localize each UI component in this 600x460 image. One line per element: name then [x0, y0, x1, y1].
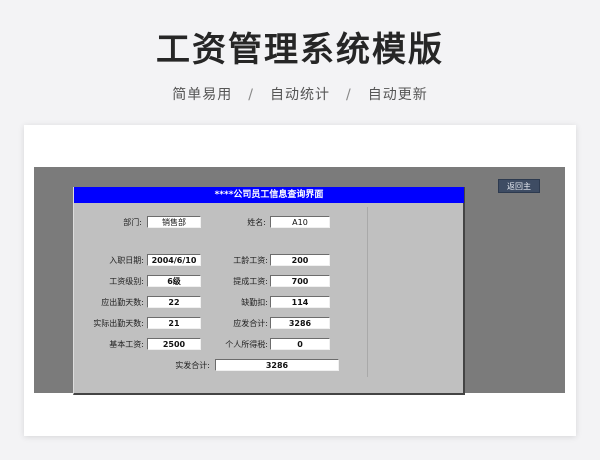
- absence-deduction-field[interactable]: 114: [270, 296, 330, 308]
- name-field[interactable]: A10: [270, 216, 330, 228]
- seniority-pay-label: 工龄工资:: [233, 256, 268, 265]
- base-salary-field[interactable]: 2500: [147, 338, 201, 350]
- commission-field[interactable]: 700: [270, 275, 330, 287]
- department-label: 部门:: [123, 218, 142, 227]
- hire-date-field[interactable]: 2004/6/10: [147, 254, 201, 266]
- required-days-field[interactable]: 22: [147, 296, 201, 308]
- pay-grade-field[interactable]: 6级: [147, 275, 201, 287]
- hire-date-label: 入职日期:: [109, 256, 144, 265]
- hero-subtitle: 简单易用 / 自动统计 / 自动更新: [0, 84, 600, 104]
- required-days-label: 应出勤天数:: [101, 298, 144, 307]
- income-tax-field[interactable]: 0: [270, 338, 330, 350]
- department-field[interactable]: 销售部: [147, 216, 201, 228]
- panel-title: ****公司员工信息查询界面: [74, 187, 464, 203]
- base-salary-label: 基本工资:: [109, 340, 144, 349]
- hero-title: 工资管理系统模版: [156, 30, 444, 70]
- net-pay-field[interactable]: 3286: [215, 359, 339, 371]
- income-tax-label: 个人所得税:: [225, 340, 268, 349]
- actual-days-label: 实际出勤天数:: [93, 319, 144, 328]
- absence-deduction-label: 缺勤扣:: [241, 298, 268, 307]
- gross-total-label: 应发合计:: [233, 319, 268, 328]
- employee-query-panel: ****公司员工信息查询界面 部门: 销售部 姓名: A10 入职日期: 200…: [73, 187, 465, 395]
- separator: /: [346, 87, 352, 103]
- return-main-button[interactable]: 返回主: [498, 179, 540, 193]
- feature-auto-update: 自动更新: [367, 87, 428, 103]
- seniority-pay-field[interactable]: 200: [270, 254, 330, 266]
- actual-days-field[interactable]: 21: [147, 317, 201, 329]
- feature-easy: 简单易用: [172, 87, 233, 103]
- net-pay-label: 实发合计:: [175, 361, 210, 370]
- inner-frame: [80, 207, 368, 377]
- gross-total-field[interactable]: 3286: [270, 317, 330, 329]
- name-label: 姓名:: [247, 218, 266, 227]
- separator: /: [248, 87, 254, 103]
- pay-grade-label: 工资级别:: [109, 277, 144, 286]
- feature-auto-stats: 自动统计: [270, 87, 330, 103]
- commission-label: 提成工资:: [233, 277, 268, 286]
